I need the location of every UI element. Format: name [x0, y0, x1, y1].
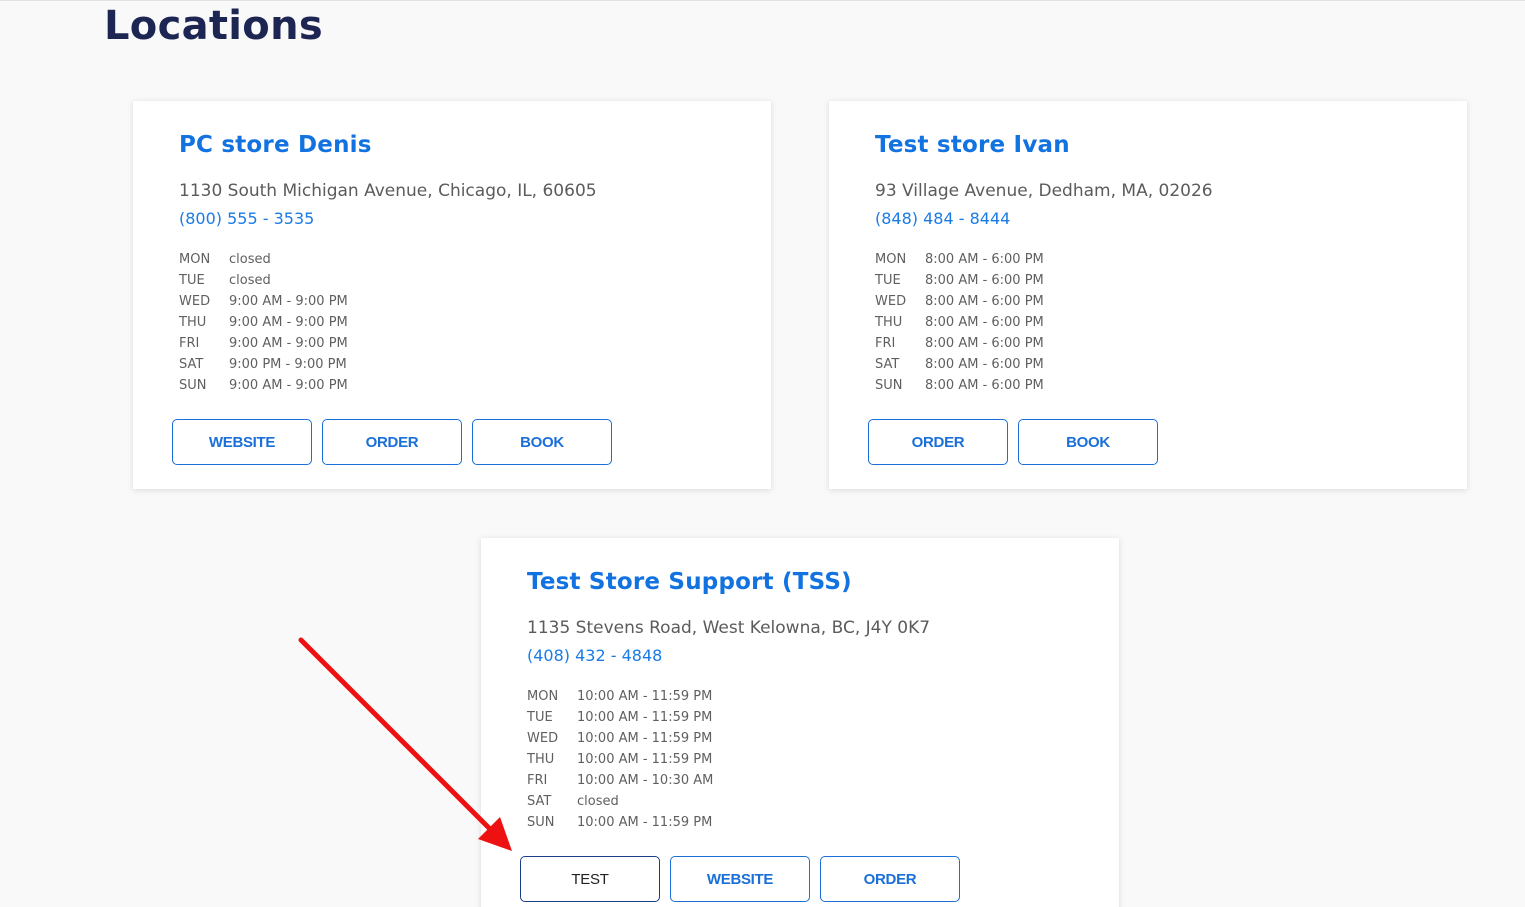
hours-day: SAT	[179, 357, 204, 372]
store-card-test-store-support: Test Store Support (TSS) 1135 Stevens Ro…	[481, 538, 1119, 907]
store-actions: WEBSITE ORDER BOOK	[172, 419, 612, 465]
hours-time: 8:00 AM - 6:00 PM	[925, 252, 1044, 267]
hours-row: SAT 9:00 PM - 9:00 PM	[179, 354, 348, 375]
store-actions: ORDER BOOK	[868, 419, 1158, 465]
hours-time: closed	[229, 252, 271, 267]
hours-time: 10:00 AM - 10:30 AM	[577, 773, 714, 788]
hours-day: MON	[527, 689, 559, 704]
hours-row: SAT closed	[527, 791, 713, 812]
hours-day: THU	[875, 315, 903, 330]
hours-time: 10:00 AM - 11:59 PM	[577, 731, 713, 746]
hours-time: 8:00 AM - 6:00 PM	[925, 336, 1044, 351]
order-button[interactable]: ORDER	[322, 419, 462, 465]
website-button[interactable]: WEBSITE	[670, 856, 810, 902]
test-button[interactable]: TEST	[520, 856, 660, 902]
store-name: Test store Ivan	[875, 132, 1070, 158]
locations-page: Locations PC store Denis 1130 South Mich…	[0, 0, 1525, 907]
book-button[interactable]: BOOK	[472, 419, 612, 465]
hours-row: SUN 8:00 AM - 6:00 PM	[875, 375, 1044, 396]
hours-day: MON	[875, 252, 907, 267]
store-address: 1135 Stevens Road, West Kelowna, BC, J4Y…	[527, 618, 931, 638]
hours-time: 8:00 AM - 6:00 PM	[925, 357, 1044, 372]
hours-row: TUE 8:00 AM - 6:00 PM	[875, 270, 1044, 291]
opening-hours: MON 8:00 AM - 6:00 PM TUE 8:00 AM - 6:00 P…	[875, 249, 1044, 396]
hours-day: MON	[179, 252, 211, 267]
hours-day: SUN	[875, 378, 903, 393]
opening-hours: MON 10:00 AM - 11:59 PM TUE 10:00 AM - 11:…	[527, 686, 713, 833]
hours-row: FRI 10:00 AM - 10:30 AM	[527, 770, 713, 791]
hours-time: 9:00 AM - 9:00 PM	[229, 378, 348, 393]
hours-time: 8:00 AM - 6:00 PM	[925, 273, 1044, 288]
hours-row: THU 8:00 AM - 6:00 PM	[875, 312, 1044, 333]
book-button[interactable]: BOOK	[1018, 419, 1158, 465]
hours-day: FRI	[179, 336, 200, 351]
hours-time: 10:00 AM - 11:59 PM	[577, 689, 713, 704]
hours-day: FRI	[875, 336, 896, 351]
hours-day: SAT	[527, 794, 552, 809]
hours-time: 9:00 PM - 9:00 PM	[229, 357, 347, 372]
hours-day: SUN	[179, 378, 207, 393]
hours-day: THU	[527, 752, 555, 767]
store-phone-link[interactable]: (848) 484 - 8444	[875, 209, 1010, 228]
page-title: Locations	[104, 3, 323, 49]
hours-row: MON closed	[179, 249, 348, 270]
store-address: 1130 South Michigan Avenue, Chicago, IL,…	[179, 181, 597, 201]
hours-row: SUN 10:00 AM - 11:59 PM	[527, 812, 713, 833]
hours-time: 10:00 AM - 11:59 PM	[577, 710, 713, 725]
website-button[interactable]: WEBSITE	[172, 419, 312, 465]
store-name: PC store Denis	[179, 132, 372, 158]
hours-day: WED	[527, 731, 559, 746]
hours-time: closed	[577, 794, 619, 809]
hours-time: 8:00 AM - 6:00 PM	[925, 315, 1044, 330]
store-address: 93 Village Avenue, Dedham, MA, 02026	[875, 181, 1213, 201]
hours-row: WED 8:00 AM - 6:00 PM	[875, 291, 1044, 312]
hours-row: THU 9:00 AM - 9:00 PM	[179, 312, 348, 333]
hours-time: 9:00 AM - 9:00 PM	[229, 315, 348, 330]
store-card-test-store-ivan: Test store Ivan 93 Village Avenue, Dedha…	[829, 101, 1467, 489]
hours-row: TUE 10:00 AM - 11:59 PM	[527, 707, 713, 728]
hours-row: TUE closed	[179, 270, 348, 291]
hours-row: WED 9:00 AM - 9:00 PM	[179, 291, 348, 312]
hours-day: SUN	[527, 815, 555, 830]
store-phone-link[interactable]: (408) 432 - 4848	[527, 646, 662, 665]
hours-day: WED	[875, 294, 907, 309]
opening-hours: MON closed TUE closed WED 9:00 AM - 9:00 PM…	[179, 249, 348, 396]
hours-day: FRI	[527, 773, 548, 788]
hours-day: TUE	[179, 273, 205, 288]
hours-time: closed	[229, 273, 271, 288]
hours-row: WED 10:00 AM - 11:59 PM	[527, 728, 713, 749]
hours-day: WED	[179, 294, 211, 309]
hours-time: 8:00 AM - 6:00 PM	[925, 294, 1044, 309]
hours-row: FRI 8:00 AM - 6:00 PM	[875, 333, 1044, 354]
hours-day: TUE	[527, 710, 553, 725]
hours-day: TUE	[875, 273, 901, 288]
store-card-pc-store-denis: PC store Denis 1130 South Michigan Avenu…	[133, 101, 771, 489]
hours-day: SAT	[875, 357, 900, 372]
order-button[interactable]: ORDER	[868, 419, 1008, 465]
hours-row: SUN 9:00 AM - 9:00 PM	[179, 375, 348, 396]
hours-row: THU 10:00 AM - 11:59 PM	[527, 749, 713, 770]
hours-row: SAT 8:00 AM - 6:00 PM	[875, 354, 1044, 375]
store-phone-link[interactable]: (800) 555 - 3535	[179, 209, 314, 228]
hours-time: 8:00 AM - 6:00 PM	[925, 378, 1044, 393]
hours-row: MON 8:00 AM - 6:00 PM	[875, 249, 1044, 270]
hours-row: FRI 9:00 AM - 9:00 PM	[179, 333, 348, 354]
hours-time: 10:00 AM - 11:59 PM	[577, 815, 713, 830]
store-name: Test Store Support (TSS)	[527, 569, 852, 595]
hours-row: MON 10:00 AM - 11:59 PM	[527, 686, 713, 707]
hours-time: 9:00 AM - 9:00 PM	[229, 294, 348, 309]
store-actions: TEST WEBSITE ORDER	[520, 856, 960, 902]
hours-day: THU	[179, 315, 207, 330]
order-button[interactable]: ORDER	[820, 856, 960, 902]
hours-time: 9:00 AM - 9:00 PM	[229, 336, 348, 351]
hours-time: 10:00 AM - 11:59 PM	[577, 752, 713, 767]
